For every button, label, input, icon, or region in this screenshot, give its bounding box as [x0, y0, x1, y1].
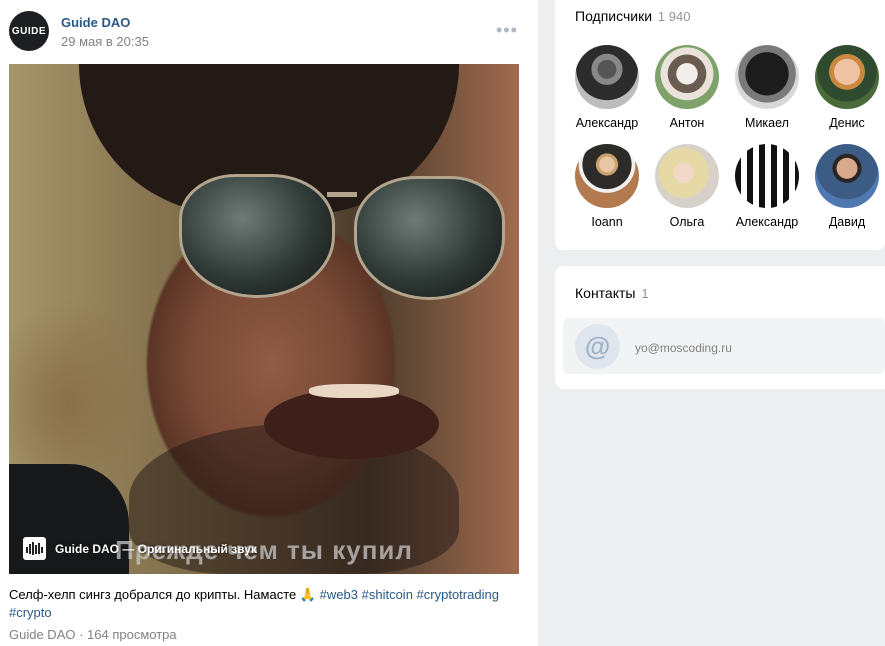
avatar-man-cigarette-icon — [575, 45, 639, 109]
video-frame-mouth — [264, 389, 439, 459]
avatar-man-vest-icon — [575, 144, 639, 208]
subscriber-name: Денис — [829, 116, 865, 130]
avatar-husky-puppy-icon — [655, 45, 719, 109]
subscribers-header[interactable]: Подписчики 1 940 — [575, 8, 690, 24]
subscriber-name: Ioann — [591, 215, 623, 229]
original-sound-label: Guide DAO — Оригинальный звук — [55, 541, 257, 556]
video-frame-left-lens — [179, 174, 335, 298]
contacts-count: 1 — [641, 286, 649, 301]
at-sign-icon: @ — [575, 324, 620, 369]
more-options-icon[interactable]: ••• — [496, 20, 518, 41]
post-footer: Guide DAO · 164 просмотра — [9, 627, 177, 642]
hashtag-shitcoin[interactable]: #shitcoin — [362, 587, 413, 602]
hashtag-crypto[interactable]: #crypto — [9, 605, 52, 620]
subscriber-name: Ольга — [669, 215, 705, 229]
avatar-curly-hair-icon — [735, 45, 799, 109]
avatar-man-shirt-icon — [815, 144, 879, 208]
subscriber-item[interactable]: Ольга — [647, 144, 727, 229]
post-date[interactable]: 29 мая в 20:35 — [61, 34, 149, 49]
video-frame-teeth — [309, 384, 399, 398]
subscriber-name: Микаел — [745, 116, 789, 130]
hashtag-cryptotrading[interactable]: #cryptotrading — [417, 587, 499, 602]
sound-wave-icon — [23, 537, 46, 560]
avatar-pattern-icon — [735, 144, 799, 208]
subscribers-count: 1 940 — [657, 9, 691, 24]
subscriber-item[interactable]: Ioann — [567, 144, 647, 229]
video-frame-glasses-bridge — [327, 192, 357, 197]
subscriber-name: Антон — [669, 116, 705, 130]
subscriber-name: Александр — [735, 215, 799, 229]
subscriber-item[interactable]: Александр — [567, 45, 647, 130]
subscribers-block: Подписчики 1 940 Александр Антон Микаел … — [555, 0, 885, 250]
subscriber-item[interactable]: Антон — [647, 45, 727, 130]
subscribers-title: Подписчики — [575, 8, 653, 24]
post-card: GUIDE Guide DAO 29 мая в 20:35 ••• Прежд… — [0, 0, 538, 646]
caption-text: Селф-хелп сингз добрался до крипты. Нама… — [9, 587, 317, 602]
subscriber-name: Александр — [575, 116, 639, 130]
post-caption: Селф-хелп сингз добрался до крипты. Нама… — [9, 586, 519, 622]
avatar-man-glasses-icon — [815, 45, 879, 109]
contact-email[interactable]: yo@moscoding.ru — [635, 341, 732, 355]
video-frame-right-lens — [354, 176, 505, 300]
contacts-header[interactable]: Контакты 1 — [575, 285, 649, 301]
subscriber-name: Давид — [828, 215, 866, 229]
avatar-blonde-woman-icon — [655, 144, 719, 208]
video-player[interactable]: Прежде чем ты купил Guide DAO — Оригинал… — [9, 64, 519, 574]
subscriber-item[interactable]: Денис — [807, 45, 885, 130]
contact-email-row[interactable]: @ yo@moscoding.ru — [563, 318, 885, 374]
subscriber-item[interactable]: Давид — [807, 144, 885, 229]
original-sound-badge[interactable]: Guide DAO — Оригинальный звук — [23, 537, 257, 560]
hashtag-web3[interactable]: #web3 — [320, 587, 358, 602]
subscriber-item[interactable]: Микаел — [727, 45, 807, 130]
contacts-title: Контакты — [575, 285, 636, 301]
subscriber-item[interactable]: Александр — [727, 144, 807, 229]
community-avatar[interactable]: GUIDE — [9, 11, 49, 51]
contacts-block: Контакты 1 @ yo@moscoding.ru — [555, 266, 885, 389]
post-author[interactable]: Guide DAO — [61, 15, 130, 30]
